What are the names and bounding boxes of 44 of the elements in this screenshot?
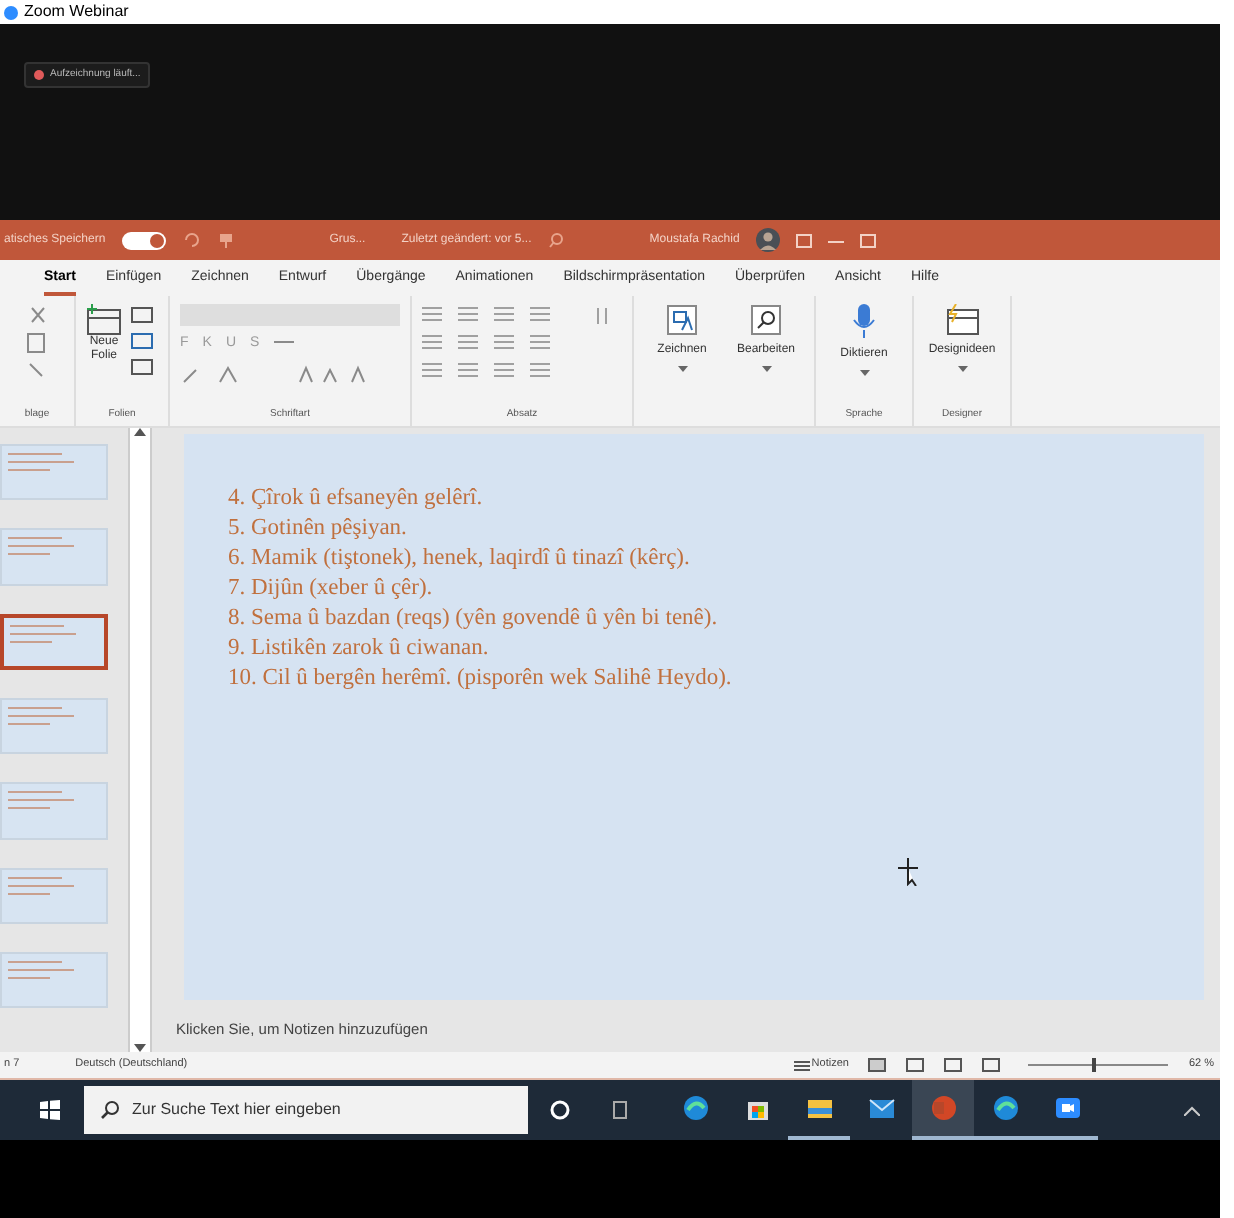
slide-sorter-icon[interactable] [906,1058,925,1072]
search-placeholder: Zur Suche Text hier eingeben [132,1098,341,1122]
chevron-up-icon[interactable] [1184,1105,1200,1115]
design-ideas-icon [944,304,980,336]
microphone-icon [852,304,876,340]
windows-start-icon[interactable] [40,1100,60,1120]
browser-icon [681,1094,709,1122]
shapes-icon [666,304,698,336]
normal-view-icon[interactable] [868,1058,887,1072]
browser-icon [991,1094,1019,1122]
dropdown-caret-icon [761,366,771,372]
dropdown-caret-icon [957,366,967,372]
move-cursor-icon [898,858,922,886]
search-icon [100,1100,120,1120]
slide-text: 5. Gotinên pêşiyan. [228,514,409,544]
notes-icon [793,1059,810,1071]
recording-dot-icon [34,70,44,80]
scrollbar[interactable] [128,1008,152,1052]
reading-view-icon[interactable] [944,1058,963,1072]
zoom-icon [4,5,18,19]
presentation-app-icon [929,1094,957,1122]
slide-text: 8. Sema û bazdan (reqs) (yên govendê û yên bi tenê). [228,604,720,634]
avatar-icon[interactable] [755,228,780,252]
mail-icon [867,1094,895,1122]
dropdown-caret-icon [677,366,687,372]
slideshow-icon[interactable] [982,1058,1001,1072]
search-icon [750,304,782,336]
autosave-toggle[interactable] [121,231,166,249]
slide-text: 10. Cil û bergên herêmî. (pisporên wek Salihê Heydo). [228,664,734,694]
slide-thumbnail[interactable] [0,613,108,670]
video-call-icon [1053,1094,1081,1122]
slide-text: 9. Listikên zarok û ciwanan. [228,634,491,664]
cortana-icon[interactable] [550,1100,570,1120]
new-slide-icon [86,304,122,336]
dropdown-caret-icon [859,370,869,376]
taskbar-search-field[interactable]: Zur Suche Text hier eingeben [84,1086,528,1134]
slide-text: 6. Mamik (tiştonek), henek, laqirdî û tinazî (kêrç). [228,544,692,574]
window-title: Zoom Webinar [24,4,129,20]
folder-icon [805,1094,833,1122]
scrollbar[interactable] [128,428,152,1008]
zoom-slider-thumb[interactable] [1091,1058,1096,1072]
slide-text: 7. Dijûn (xeber û çêr). [228,574,435,604]
maximize-icon[interactable] [859,233,876,247]
slide-text: 4. Çîrok û efsaneyên gelêrî. [228,484,485,514]
